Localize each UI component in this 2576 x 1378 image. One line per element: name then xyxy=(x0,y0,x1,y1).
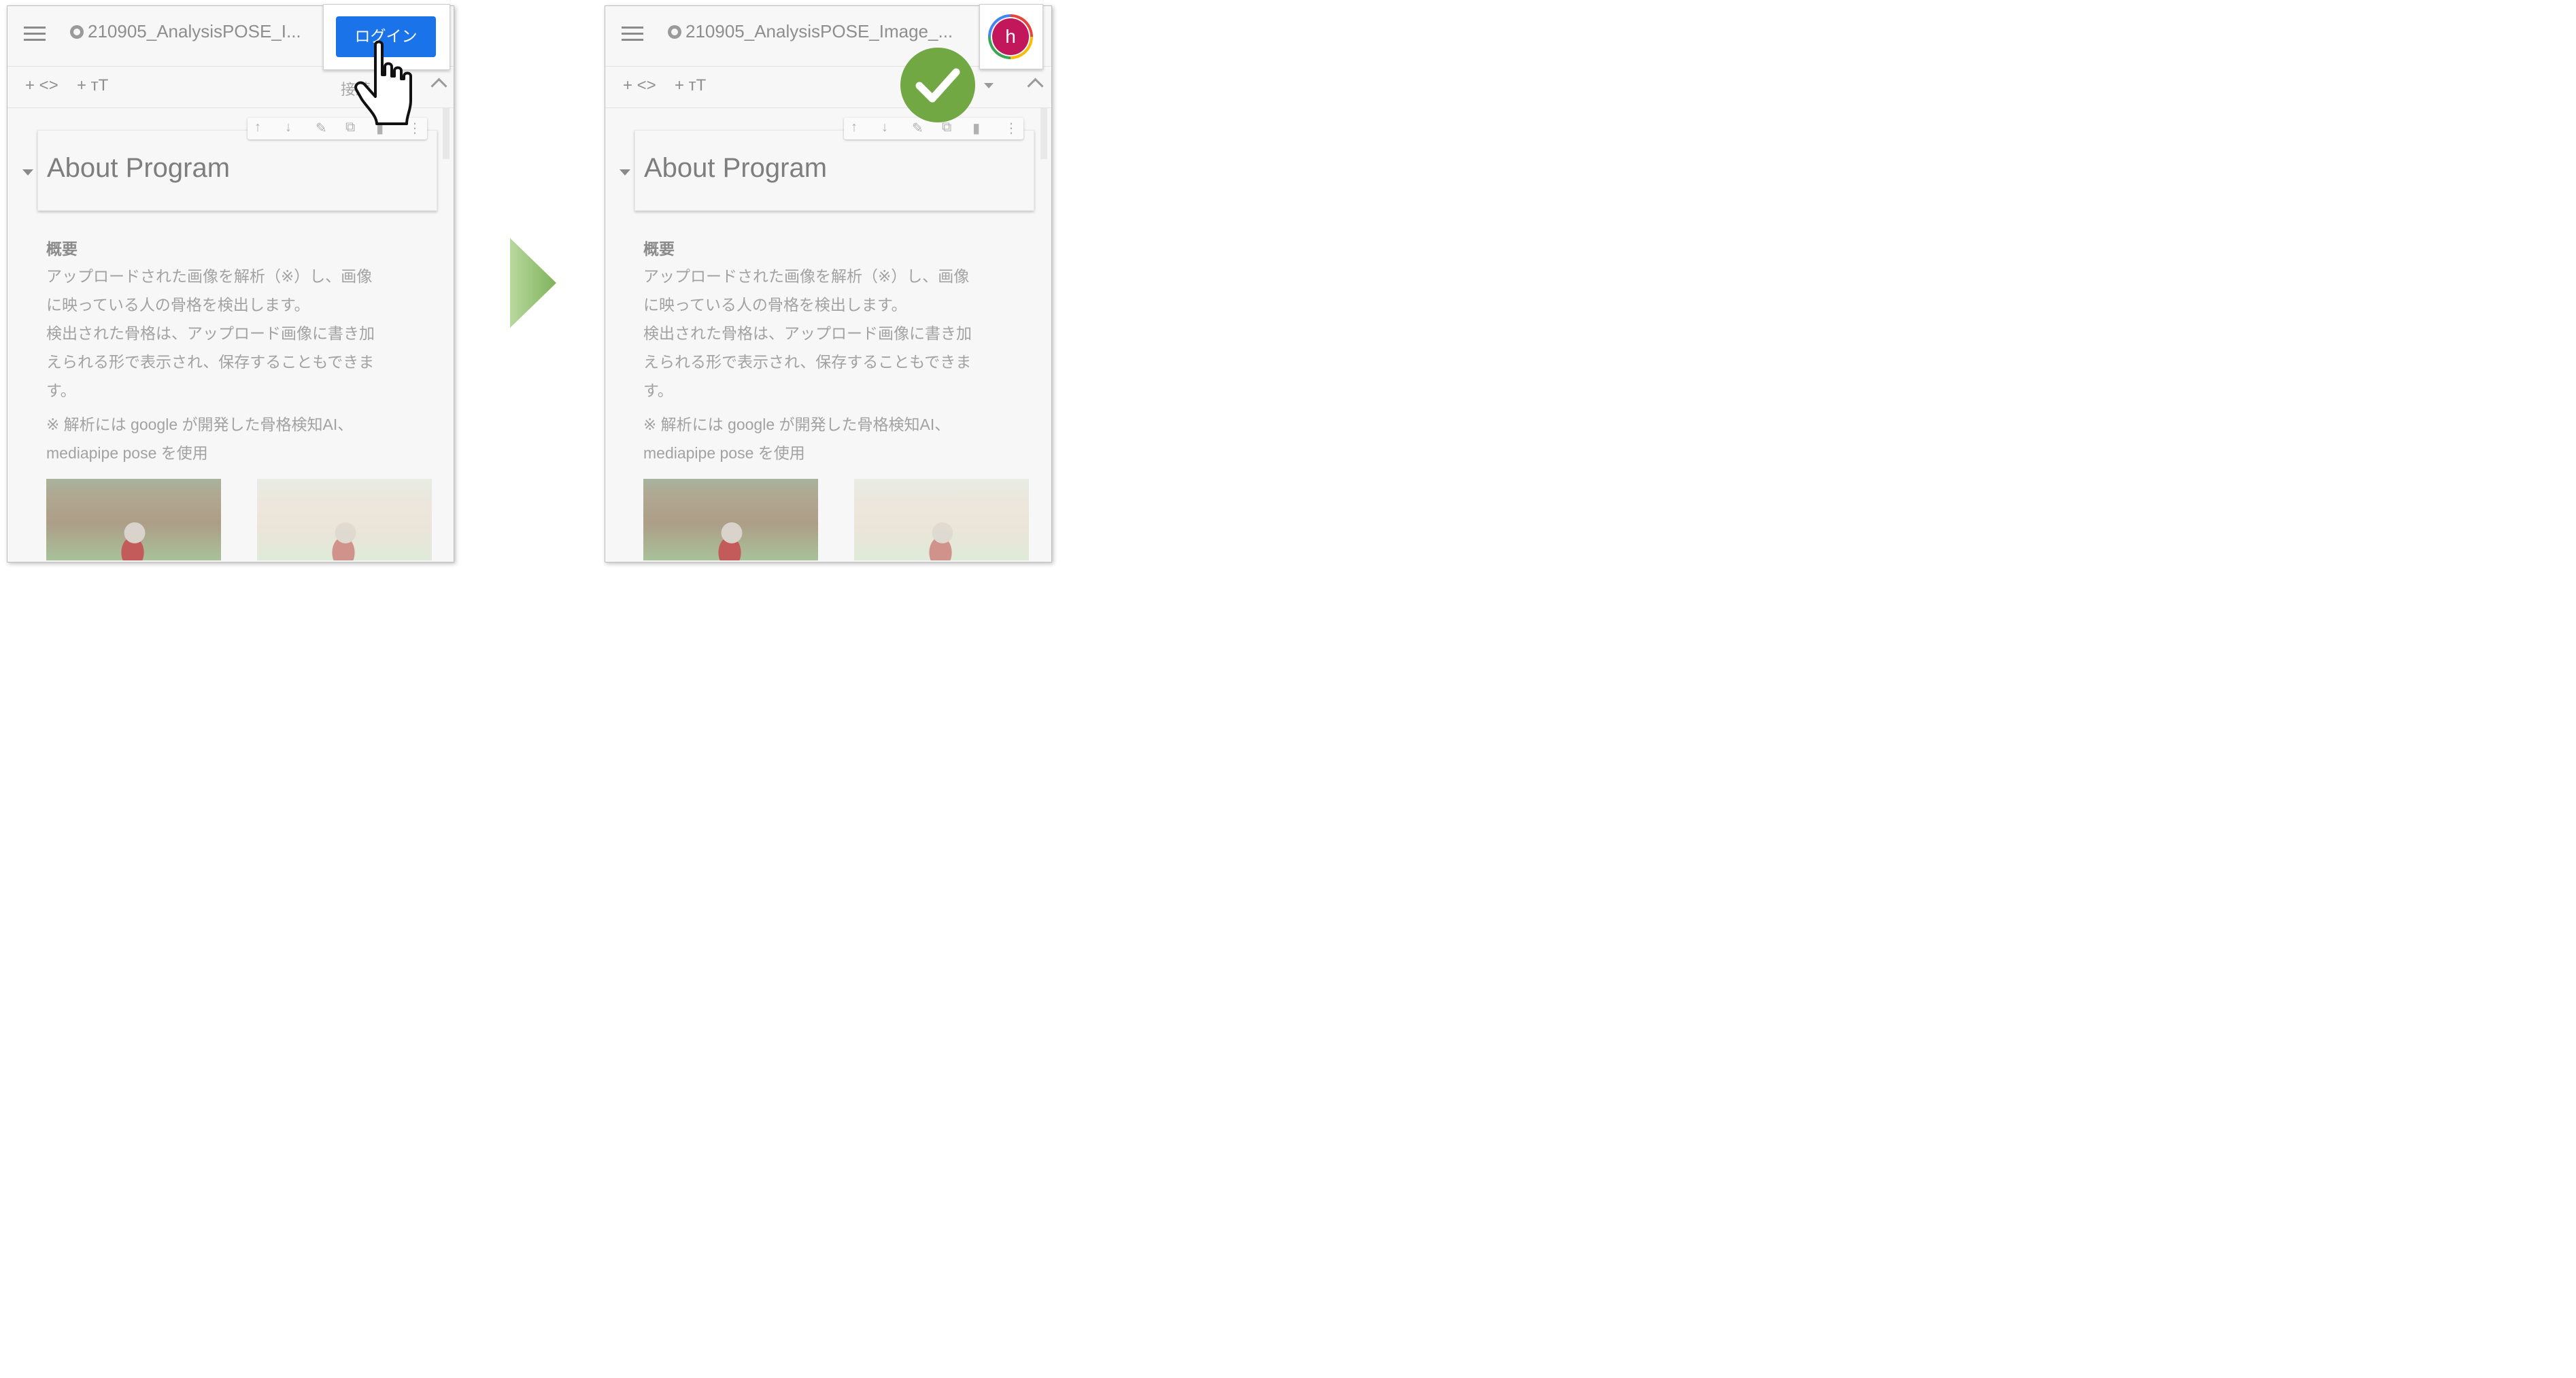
note-line: mediapipe pose を使用 xyxy=(46,444,208,462)
description-line: 検出された骨格は、アップロード画像に書き加 xyxy=(46,324,375,342)
description-line: に映っている人の骨格を検出します。 xyxy=(46,296,310,314)
note-line: mediapipe pose を使用 xyxy=(643,444,805,462)
note-line: ※ 解析には google が開発した骨格検知AI、 xyxy=(643,416,951,433)
collapse-header-icon[interactable] xyxy=(1027,78,1044,95)
colab-panel-after: 210905_AnalysisPOSE_Image_... + <> + тT … xyxy=(605,5,1052,562)
sample-image-original xyxy=(46,479,221,560)
account-popup: h xyxy=(979,4,1043,69)
github-icon xyxy=(668,25,681,39)
arrow-right-icon xyxy=(510,238,556,328)
github-icon xyxy=(70,25,84,39)
checkmark-icon xyxy=(900,48,975,122)
connect-dropdown-icon[interactable] xyxy=(984,83,994,88)
scrollbar[interactable] xyxy=(1040,108,1047,159)
notebook-title[interactable]: 210905_AnalysisPOSE_I... xyxy=(70,21,301,42)
toolbar: + <> + тT 接続 xyxy=(605,66,1051,108)
sample-image-analyzed xyxy=(257,479,432,560)
avatar[interactable]: h xyxy=(991,17,1030,56)
text-cell[interactable]: About Program xyxy=(37,130,437,211)
move-up-icon[interactable]: ↑ xyxy=(254,120,261,135)
section-collapse-icon[interactable] xyxy=(22,169,33,175)
add-text-button[interactable]: + тT xyxy=(675,76,706,95)
checkmark-glyph xyxy=(915,68,960,103)
section-title: 概要 xyxy=(643,240,675,258)
cell-heading: About Program xyxy=(47,153,231,183)
scrollbar[interactable] xyxy=(443,108,450,159)
cell-heading: About Program xyxy=(644,153,828,183)
markdown-body: 概要 アップロードされた画像を解析（※）し、画像 に映っている人の骨格を検出しま… xyxy=(643,236,1034,467)
markdown-body: 概要 アップロードされた画像を解析（※）し、画像 に映っている人の骨格を検出しま… xyxy=(46,236,437,467)
sample-image-original xyxy=(643,479,818,560)
description-line: す。 xyxy=(46,382,76,399)
text-cell[interactable]: About Program xyxy=(634,130,1034,211)
section-collapse-icon[interactable] xyxy=(620,169,630,175)
more-icon[interactable]: ⋮ xyxy=(1004,120,1018,137)
edit-icon[interactable]: ✎ xyxy=(316,120,327,137)
add-code-button[interactable]: + <> xyxy=(623,76,656,95)
hand-pointer-icon xyxy=(354,40,412,125)
description-line: アップロードされた画像を解析（※）し、画像 xyxy=(46,267,373,285)
notebook-title-text: 210905_AnalysisPOSE_I... xyxy=(88,21,301,41)
collapse-header-icon[interactable] xyxy=(430,78,447,95)
move-down-icon[interactable]: ↓ xyxy=(881,120,888,135)
sample-image-analyzed xyxy=(854,479,1029,560)
add-code-button[interactable]: + <> xyxy=(25,76,58,95)
add-text-button[interactable]: + тT xyxy=(77,76,108,95)
hamburger-icon[interactable] xyxy=(622,27,643,41)
description-line: えられる形で表示され、保存することもできま xyxy=(643,353,972,371)
move-down-icon[interactable]: ↓ xyxy=(285,120,292,135)
notebook-title-text: 210905_AnalysisPOSE_Image_... xyxy=(685,21,953,41)
description-line: す。 xyxy=(643,382,673,399)
description-line: えられる形で表示され、保存することもできま xyxy=(46,353,375,371)
description-line: 検出された骨格は、アップロード画像に書き加 xyxy=(643,324,972,342)
move-up-icon[interactable]: ↑ xyxy=(851,120,858,135)
hamburger-icon[interactable] xyxy=(24,27,46,41)
note-line: ※ 解析には google が開発した骨格検知AI、 xyxy=(46,416,354,433)
avatar-ring: h xyxy=(988,14,1033,59)
notebook-title[interactable]: 210905_AnalysisPOSE_Image_... xyxy=(668,21,953,42)
description-line: に映っている人の骨格を検出します。 xyxy=(643,296,907,314)
section-title: 概要 xyxy=(46,240,78,258)
description-line: アップロードされた画像を解析（※）し、画像 xyxy=(643,267,970,285)
